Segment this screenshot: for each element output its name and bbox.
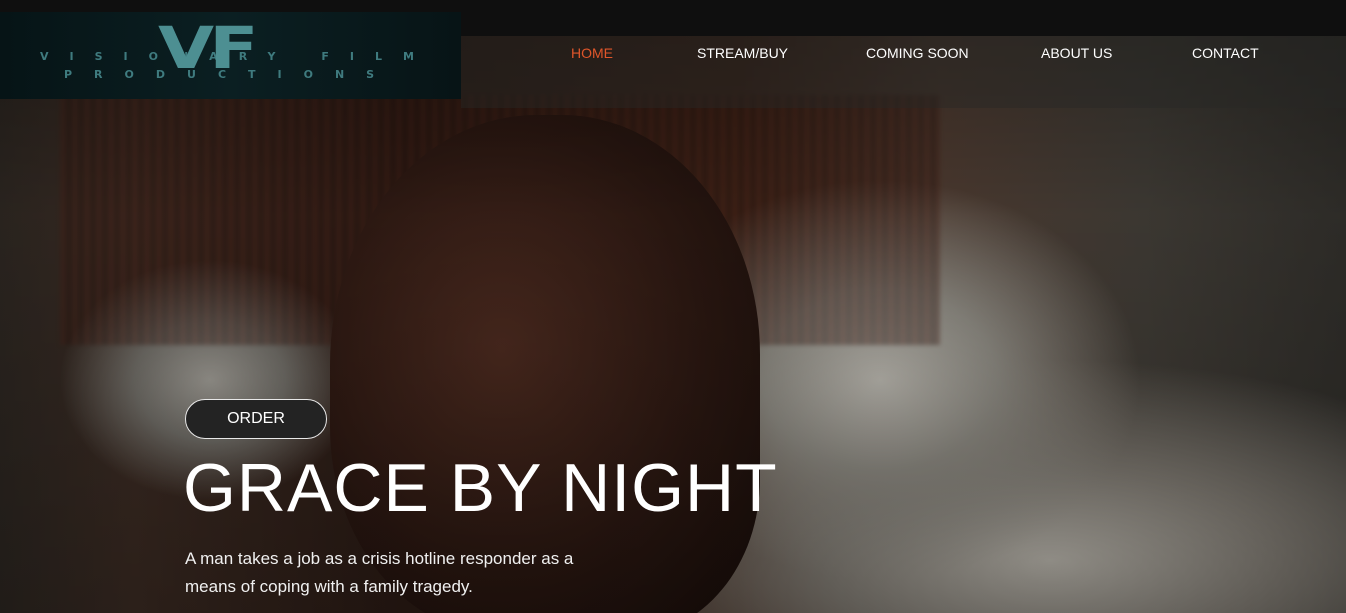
nav-stream-buy[interactable]: STREAM/BUY xyxy=(697,45,788,61)
nav-coming-soon[interactable]: COMING SOON xyxy=(866,45,969,61)
nav-about-us[interactable]: ABOUT US xyxy=(1041,45,1112,61)
movie-title: GRACE BY NIGHT xyxy=(183,450,778,526)
nav-home[interactable]: HOME xyxy=(571,45,613,61)
nav-contact[interactable]: CONTACT xyxy=(1192,45,1259,61)
order-button[interactable]: ORDER xyxy=(185,399,327,439)
movie-description: A man takes a job as a crisis hotline re… xyxy=(185,549,574,596)
main-nav: HOME STREAM/BUY COMING SOON ABOUT US CON… xyxy=(0,45,1346,65)
